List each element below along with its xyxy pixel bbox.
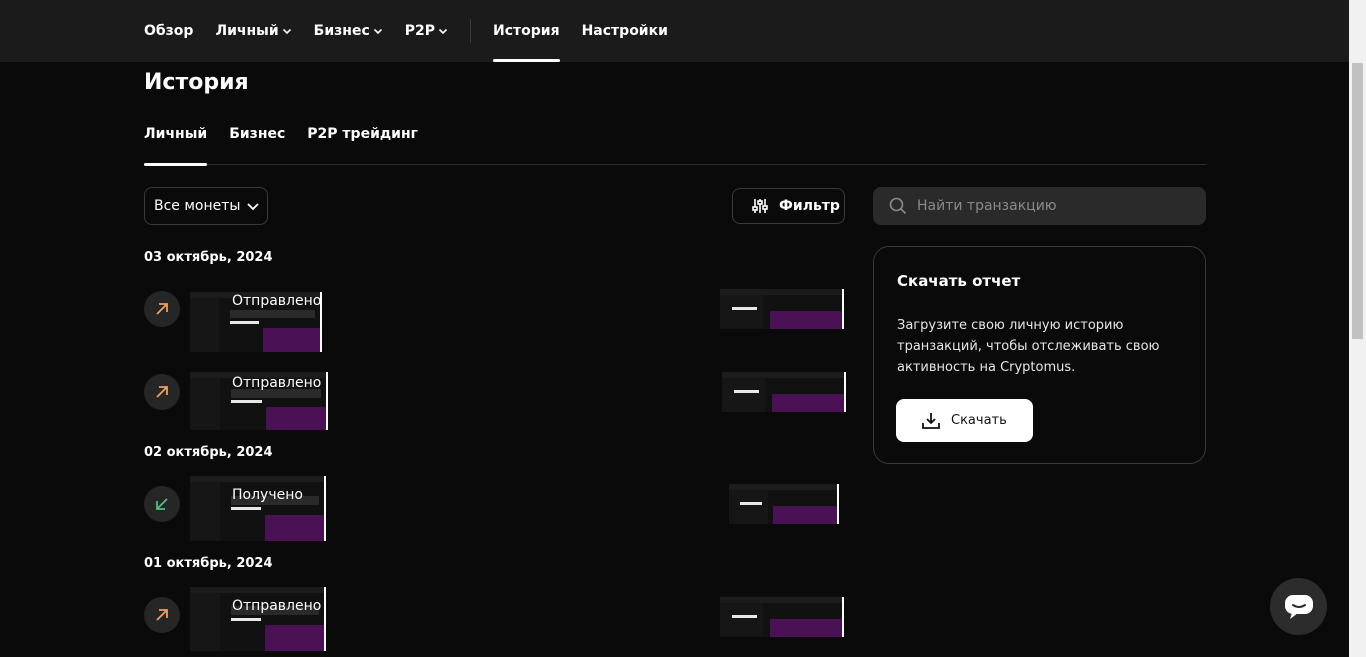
nav-settings-label: Настройки [581,23,668,39]
top-navigation: Обзор Личный Бизнес P2P История Настройк… [0,0,1349,62]
support-chat-button[interactable] [1270,578,1327,635]
transaction-thumbnail [720,289,844,329]
transaction-thumbnail [722,372,846,412]
arrow-up-right-icon [156,303,168,315]
transaction-label[interactable]: Отправлено [232,598,321,614]
main-nav: Обзор Личный Бизнес P2P История Настройк… [144,0,690,62]
date-header: 01 октябрь, 2024 [144,556,273,571]
arrow-up-right-icon [156,386,168,398]
nav-settings[interactable]: Настройки [582,0,668,62]
nav-history[interactable]: История [493,0,560,62]
nav-divider [470,19,472,43]
transaction-thumbnail [729,484,839,524]
arrow-down-left-icon [156,498,168,510]
nav-p2p[interactable]: P2P [405,0,448,62]
nav-overview-label: Обзор [144,23,194,39]
nav-business-label: Бизнес [313,23,370,39]
transaction-label[interactable]: Получено [232,487,303,503]
sent-icon-wrap [144,291,180,327]
page-title: История [144,70,249,95]
download-icon [922,412,940,429]
coins-dropdown[interactable]: Все монеты [144,187,268,225]
nav-p2p-label: P2P [404,23,436,39]
scrollbar-thumb[interactable] [1352,63,1363,339]
filter-button-label: Фильтр [779,198,840,214]
nav-business[interactable]: Бизнес [314,0,383,62]
nav-personal[interactable]: Личный [215,0,291,62]
download-button-label: Скачать [951,413,1007,428]
chevron-down-icon [282,28,291,35]
search-box [873,187,1206,225]
coins-dropdown-label: Все монеты [154,198,241,214]
transaction-thumbnail [720,597,844,637]
report-description: Загрузите свою личную историю транзакций… [897,318,1160,375]
tab-business[interactable]: Бизнес [229,118,285,165]
sent-icon-wrap [144,374,180,410]
nav-history-label: История [493,23,560,39]
transaction-label[interactable]: Отправлено [232,293,321,309]
tab-p2p-trading[interactable]: P2P трейдинг [307,118,418,165]
nav-personal-label: Личный [215,23,279,39]
search-input[interactable] [917,198,1197,214]
tab-personal[interactable]: Личный [144,118,208,166]
sent-icon-wrap [144,597,180,633]
chat-icon [1284,594,1313,619]
sliders-icon [752,199,768,213]
page-scrollbar[interactable] [1349,0,1366,657]
chevron-down-icon [373,28,382,35]
download-button[interactable]: Скачать [896,399,1033,442]
history-tabs: Личный Бизнес P2P трейдинг [144,118,1206,166]
report-title: Скачать отчет [897,272,1021,290]
search-icon [889,197,907,215]
arrow-up-right-icon [156,609,168,621]
download-report-card: Скачать отчет Загрузите свою личную исто… [873,246,1206,464]
transaction-thumbnail [190,476,326,541]
transaction-label[interactable]: Отправлено [232,375,321,391]
chevron-down-icon [247,203,260,211]
transaction-thumbnail [190,587,326,651]
date-header: 02 октябрь, 2024 [144,445,273,460]
received-icon-wrap [144,486,180,522]
nav-overview[interactable]: Обзор [144,0,193,62]
date-header: 03 октябрь, 2024 [144,250,273,265]
filter-button[interactable]: Фильтр [732,188,845,224]
chevron-down-icon [438,28,448,35]
